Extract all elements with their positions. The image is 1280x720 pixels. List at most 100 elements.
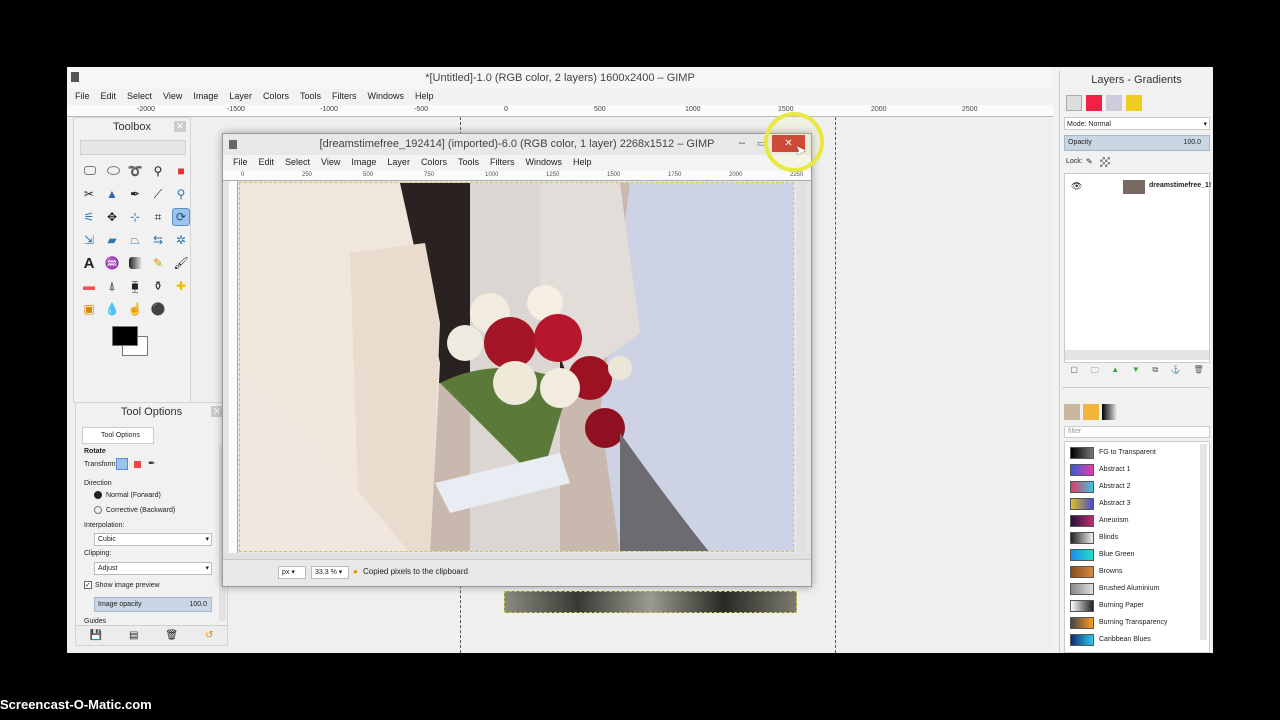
- menu-tools[interactable]: Tools: [458, 155, 484, 171]
- ink-icon[interactable]: ⧯: [126, 277, 144, 295]
- gradient-item[interactable]: Burning Transparency: [1070, 616, 1209, 630]
- move-icon[interactable]: ✥: [103, 208, 121, 226]
- tab-brushes[interactable]: [1064, 404, 1080, 420]
- menu-edit[interactable]: Edit: [259, 155, 280, 171]
- dodge-burn-icon[interactable]: ⚫: [149, 300, 167, 318]
- foreground-color-swatch[interactable]: [112, 326, 138, 346]
- gradient-item[interactable]: Aneurism: [1070, 514, 1209, 528]
- menu-file[interactable]: File: [75, 89, 95, 105]
- bucket-fill-icon[interactable]: ♒: [103, 254, 121, 272]
- restore-options-icon[interactable]: ▤: [129, 630, 138, 641]
- menu-help[interactable]: Help: [573, 155, 597, 171]
- menu-colors[interactable]: Colors: [263, 89, 294, 105]
- menu-layer[interactable]: Layer: [387, 155, 415, 171]
- tab-tool-options[interactable]: Tool Options: [82, 427, 154, 444]
- direction-corrective-radio[interactable]: Corrective (Backward): [94, 506, 175, 514]
- anchor-icon[interactable]: ⚓: [1171, 365, 1181, 381]
- gradient-item[interactable]: Abstract 1: [1070, 463, 1209, 477]
- save-options-icon[interactable]: 💾: [90, 630, 102, 641]
- color-select-icon[interactable]: ■: [172, 162, 190, 180]
- tab-patterns[interactable]: [1083, 404, 1099, 420]
- perspective-clone-icon[interactable]: ▣: [80, 300, 98, 318]
- new-layer-icon[interactable]: ▢: [1070, 365, 1078, 381]
- menu-layer[interactable]: Layer: [229, 89, 257, 105]
- vertical-scrollbar[interactable]: [797, 181, 807, 553]
- delete-options-icon[interactable]: 🗑: [165, 630, 178, 641]
- gradient-item[interactable]: Burning Paper: [1070, 599, 1209, 613]
- delete-layer-icon[interactable]: 🗑: [1193, 365, 1203, 381]
- menu-filters[interactable]: Filters: [332, 89, 362, 105]
- lock-alpha-icon[interactable]: [1100, 157, 1110, 167]
- measure-icon[interactable]: ⚟: [80, 208, 98, 226]
- paths-icon[interactable]: ✒: [126, 185, 144, 203]
- horizontal-scrollbar[interactable]: [1065, 350, 1209, 360]
- tab-channels[interactable]: [1086, 95, 1102, 111]
- image-vertical-ruler[interactable]: [229, 181, 238, 553]
- menu-colors[interactable]: Colors: [421, 155, 452, 171]
- image-horizontal-ruler[interactable]: 0 250 500 750 1000 1250 1500 1750 2000 2…: [223, 171, 811, 181]
- tab-paths[interactable]: [1106, 95, 1122, 111]
- blend-icon[interactable]: [129, 257, 142, 269]
- eye-icon[interactable]: 👁: [1071, 181, 1082, 192]
- gradient-item[interactable]: Abstract 3: [1070, 497, 1209, 511]
- crop-icon[interactable]: ⌗: [149, 208, 167, 226]
- cage-icon[interactable]: ✲: [172, 231, 190, 249]
- direction-normal-radio[interactable]: Normal (Forward): [94, 491, 161, 499]
- perspective-icon[interactable]: ⏢: [126, 231, 144, 249]
- rect-select-icon[interactable]: [84, 166, 96, 175]
- image-opacity-slider[interactable]: Image opacity 100.0: [94, 597, 212, 612]
- horizontal-ruler[interactable]: -2000 -1500 -1000 -500 0 500 1000 1500 2…: [67, 105, 1053, 117]
- gradient-item[interactable]: Blinds: [1070, 531, 1209, 545]
- layer-row[interactable]: 👁 dreamstimefree_1!: [1065, 177, 1211, 197]
- duplicate-layer-icon[interactable]: ⧉: [1152, 365, 1158, 381]
- transform-selection-icon[interactable]: [134, 461, 141, 468]
- gradient-item[interactable]: Abstract 2: [1070, 480, 1209, 494]
- scrollbar[interactable]: [1200, 444, 1207, 640]
- menu-select[interactable]: Select: [285, 155, 315, 171]
- color-picker-icon[interactable]: ⟋: [149, 185, 167, 203]
- tab-gradients[interactable]: [1102, 404, 1118, 420]
- foreground-select-icon[interactable]: ▲: [103, 185, 121, 203]
- menu-view[interactable]: View: [321, 155, 345, 171]
- gradient-item[interactable]: FG to Transparent: [1070, 446, 1209, 460]
- new-group-icon[interactable]: 🗀: [1091, 365, 1099, 381]
- gradient-item[interactable]: Brushed Aluminium: [1070, 582, 1209, 596]
- menu-filters[interactable]: Filters: [490, 155, 520, 171]
- menu-select[interactable]: Select: [127, 89, 157, 105]
- menu-file[interactable]: File: [233, 155, 253, 171]
- transform-layer-icon[interactable]: [116, 458, 128, 470]
- menu-edit[interactable]: Edit: [101, 89, 122, 105]
- close-icon[interactable]: ✕: [174, 121, 186, 132]
- clipping-select[interactable]: Adjust ▾: [94, 562, 212, 575]
- eraser-icon[interactable]: ▬: [80, 277, 98, 295]
- tab-layers[interactable]: [1066, 95, 1082, 111]
- ellipse-select-icon[interactable]: [107, 166, 120, 175]
- lasso-icon[interactable]: ➰: [126, 162, 144, 180]
- menu-help[interactable]: Help: [415, 89, 439, 105]
- menu-windows[interactable]: Windows: [367, 89, 409, 105]
- heal-icon[interactable]: ✚: [172, 277, 190, 295]
- zoom-icon[interactable]: ⚲: [172, 185, 190, 203]
- flip-icon[interactable]: ⇆: [149, 231, 167, 249]
- wedding-photo[interactable]: [239, 182, 794, 552]
- scale-icon[interactable]: ⇲: [80, 231, 98, 249]
- tab-undo[interactable]: [1126, 95, 1142, 111]
- show-preview-checkbox[interactable]: ✓ Show image preview: [84, 581, 160, 589]
- scissors-icon[interactable]: ✂: [80, 185, 98, 203]
- menu-view[interactable]: View: [163, 89, 187, 105]
- minimize-icon[interactable]: –: [739, 137, 745, 149]
- lock-pixels-icon[interactable]: ✎: [1086, 157, 1093, 166]
- transform-path-icon[interactable]: ✒: [148, 458, 156, 469]
- gradient-filter-input[interactable]: filter: [1064, 426, 1210, 438]
- unit-select[interactable]: px ▾: [278, 566, 306, 579]
- lower-layer-icon[interactable]: ▼: [1132, 365, 1140, 381]
- align-icon[interactable]: ⊹: [126, 208, 144, 226]
- pencil-icon[interactable]: ✎: [149, 254, 167, 272]
- zoom-select[interactable]: 33.3 % ▾: [311, 566, 349, 579]
- gradient-item[interactable]: Blue Green: [1070, 548, 1209, 562]
- gradient-item[interactable]: Caribbean Blues: [1070, 633, 1209, 647]
- paintbrush-icon[interactable]: 🖌: [172, 254, 190, 272]
- gradient-item[interactable]: Browns: [1070, 565, 1209, 579]
- menu-tools[interactable]: Tools: [300, 89, 326, 105]
- text-icon[interactable]: A: [80, 254, 98, 272]
